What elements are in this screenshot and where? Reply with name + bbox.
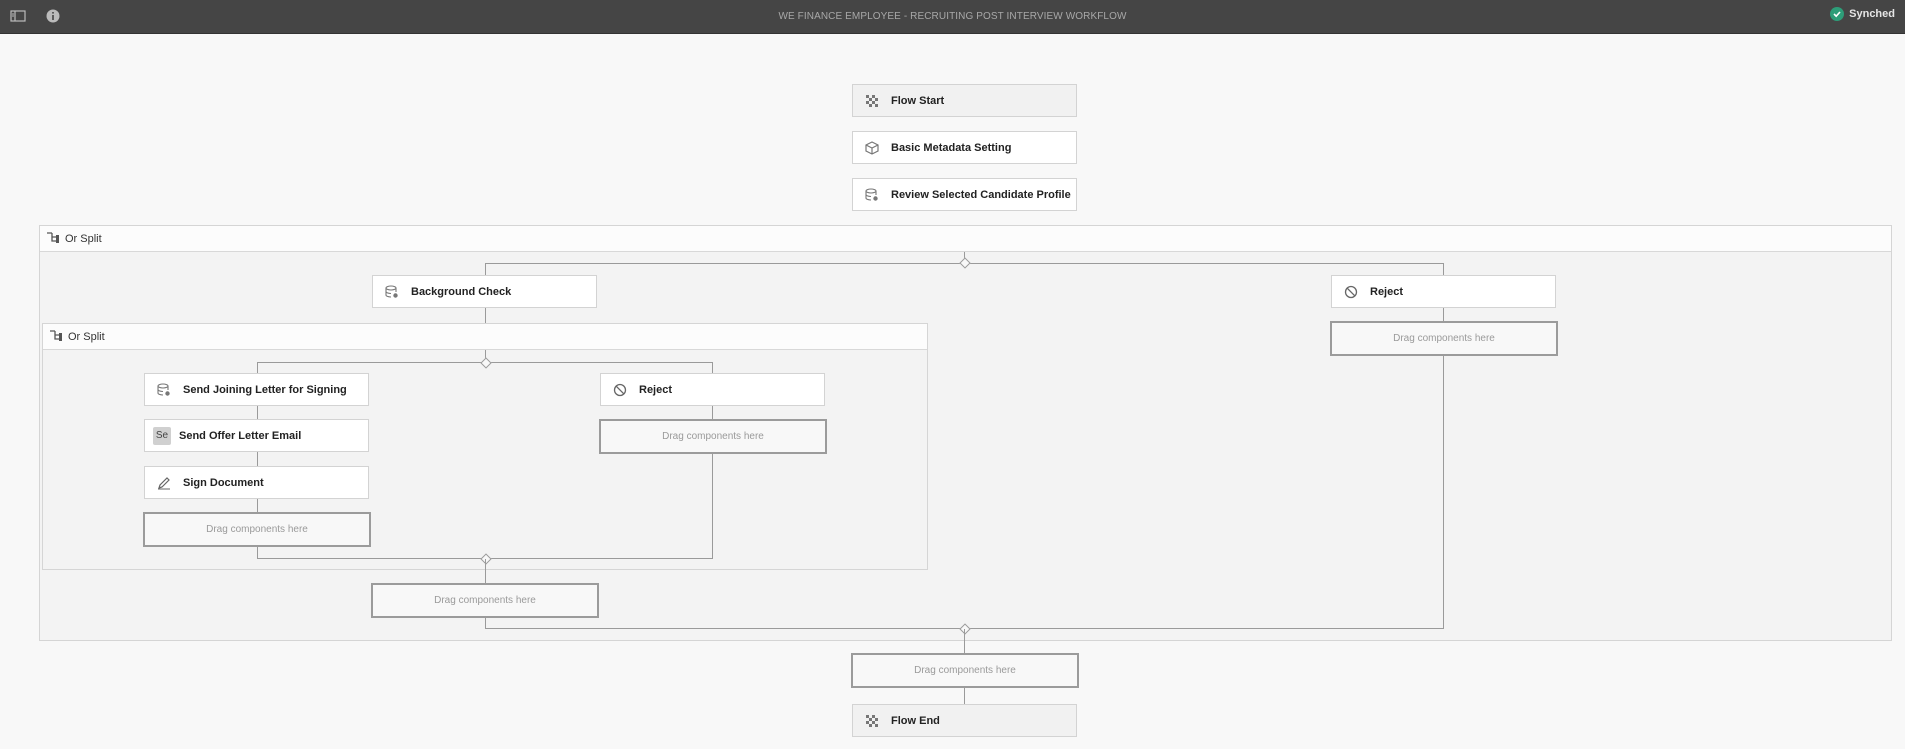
node-label: Review Selected Candidate Profile [891,188,1071,201]
database-gear-icon [864,187,880,203]
checkered-flag-icon [864,713,880,729]
sync-status-label: Synched [1849,8,1895,20]
split-label: Or Split [68,330,105,343]
inner-split-header[interactable]: Or Split [43,324,927,350]
send-joining-letter-node[interactable]: Send Joining Letter for Signing [144,373,369,406]
connector [712,454,713,559]
flow-start-node[interactable]: Flow Start [852,84,1077,117]
package-icon [864,140,880,156]
node-label: Sign Document [183,476,264,489]
send-offer-letter-email-node[interactable]: Se Send Offer Letter Email [144,419,369,452]
drop-zone[interactable]: Drag components here [1330,321,1558,356]
node-label: Flow Start [891,94,945,107]
split-label: Or Split [65,232,102,245]
block-icon [1343,284,1359,300]
node-label: Background Check [411,285,512,298]
connector [485,308,486,324]
top-toolbar: WE FINANCE EMPLOYEE - RECRUITING POST IN… [0,0,1905,34]
pen-icon [156,475,172,491]
reject-node[interactable]: Reject [600,373,825,406]
connector [1443,308,1444,321]
basic-metadata-node[interactable]: Basic Metadata Setting [852,131,1077,164]
node-label: Send Offer Letter Email [179,429,302,442]
workflow-title: WE FINANCE EMPLOYEE - RECRUITING POST IN… [778,11,1127,22]
connector [1443,356,1444,629]
drop-zone[interactable]: Drag components here [851,653,1079,688]
outer-split-header[interactable]: Or Split [40,226,1891,252]
drop-zone[interactable]: Drag components here [599,419,827,454]
block-icon [612,382,628,398]
review-profile-node[interactable]: Review Selected Candidate Profile [852,178,1077,211]
connector [257,499,258,512]
workflow-canvas: Flow Start Basic Metadata Setting Review… [0,34,1905,749]
connector [1443,263,1444,275]
sync-status: Synched [1830,7,1895,21]
se-badge-icon: Se [153,426,171,445]
node-label: Reject [639,383,673,396]
check-circle-icon [1830,7,1845,21]
connector [712,406,713,419]
connector [257,406,258,419]
drop-zone[interactable]: Drag components here [371,583,599,618]
flow-end-node[interactable]: Flow End [852,704,1077,737]
sign-document-node[interactable]: Sign Document [144,466,369,499]
connector [485,263,486,275]
node-label: Send Joining Letter for Signing [183,383,347,396]
database-gear-icon [156,382,172,398]
split-icon [49,328,63,345]
split-icon [46,230,60,247]
drop-zone[interactable]: Drag components here [143,512,371,547]
connector [964,629,965,653]
node-label: Reject [1370,285,1404,298]
checkered-flag-icon [864,93,880,109]
connector [964,688,965,704]
connector [257,362,258,373]
background-check-node[interactable]: Background Check [372,275,597,308]
reject-node[interactable]: Reject [1331,275,1556,308]
database-gear-icon [384,284,400,300]
node-label: Basic Metadata Setting [891,141,1012,154]
connector [485,559,486,584]
connector [712,362,713,373]
node-label: Flow End [891,714,940,727]
connector [257,452,258,466]
